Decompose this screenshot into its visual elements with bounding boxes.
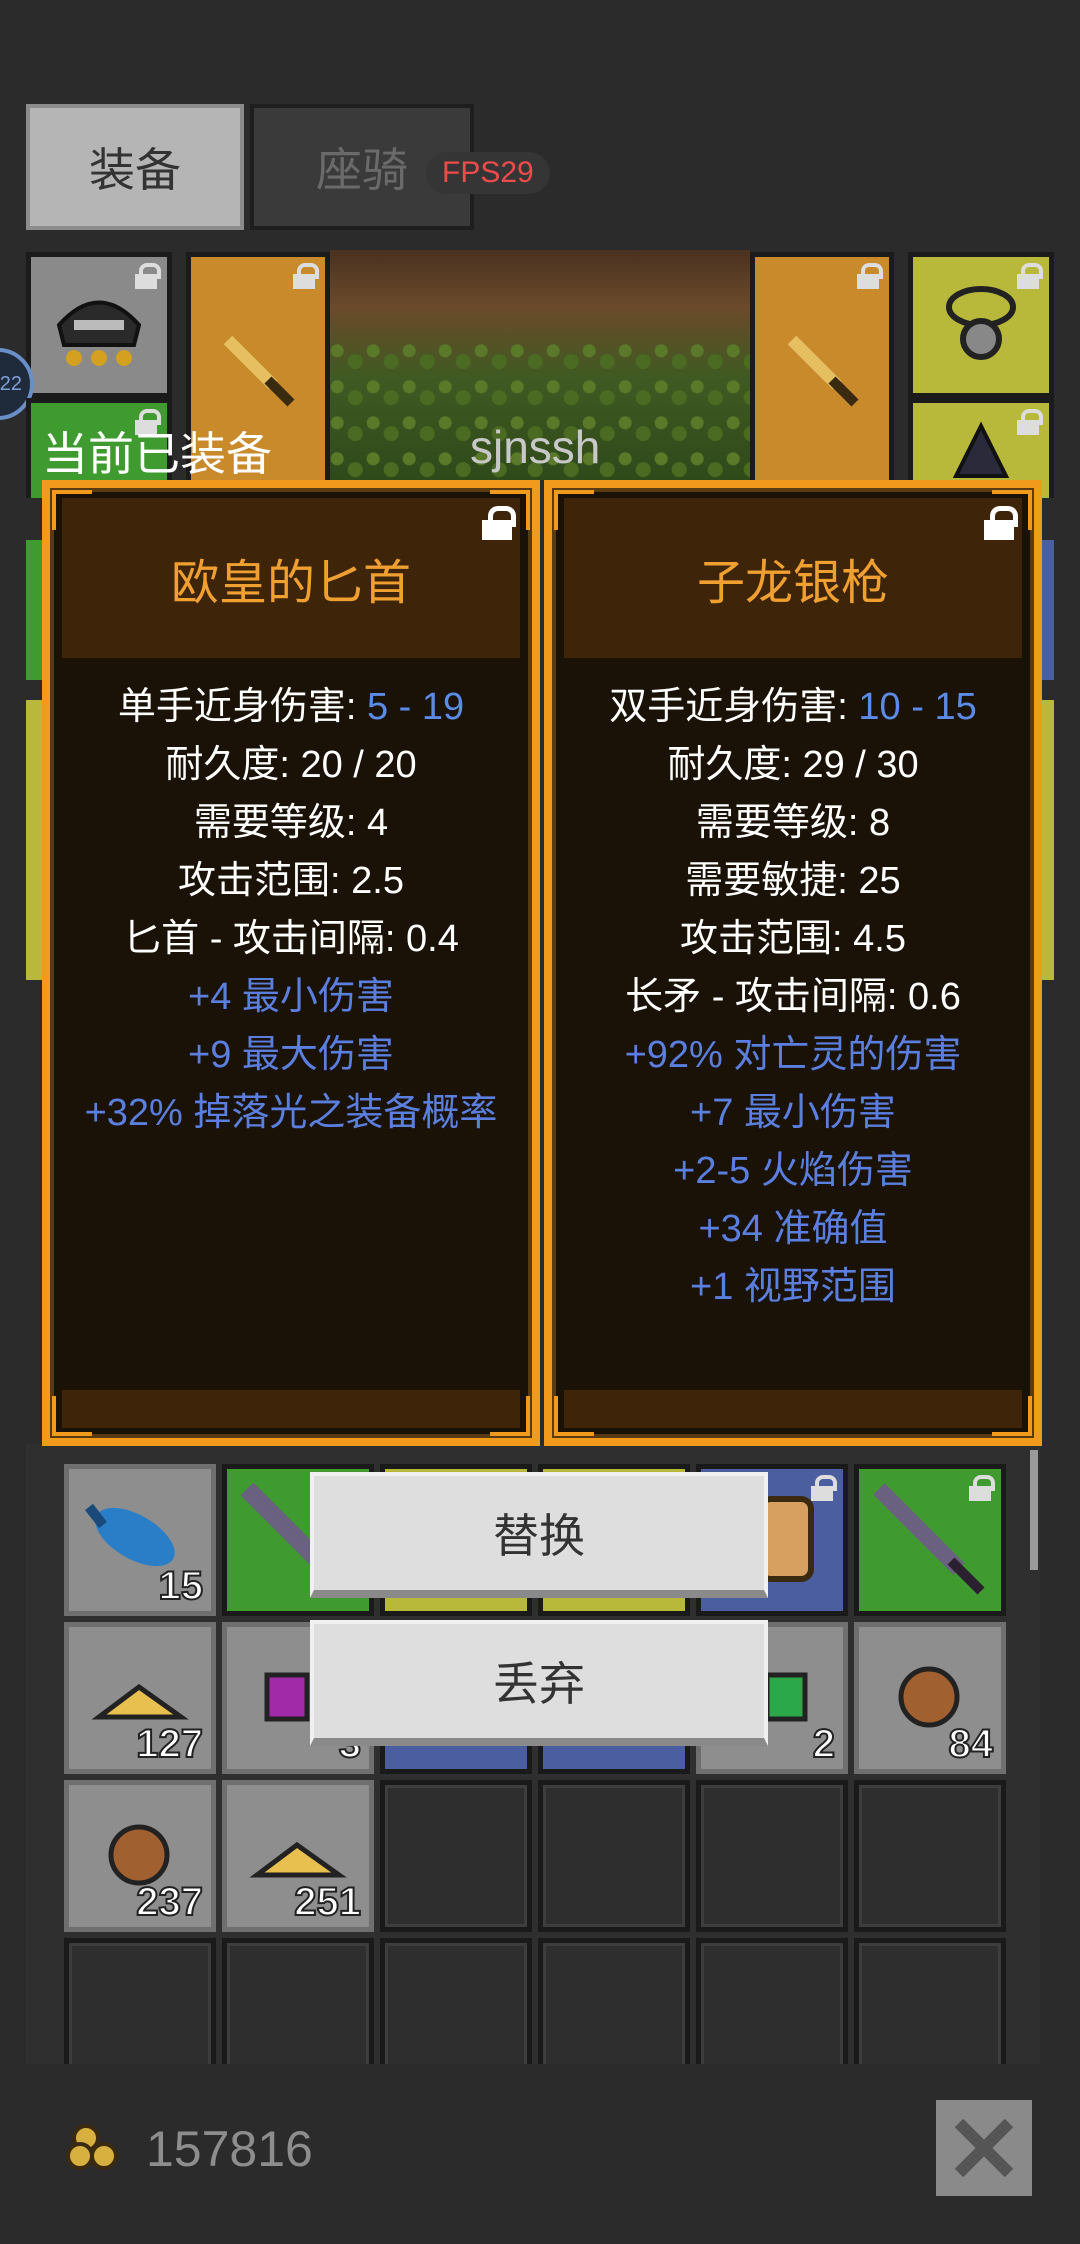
bonus-line: +34 准确值 [698, 1208, 888, 1250]
amulet-slot[interactable] [908, 252, 1054, 398]
tab-mount-label: 座骑 [316, 144, 408, 196]
stat-label: 单手近身伤害: [117, 686, 367, 728]
corner-ornament [52, 490, 92, 530]
dagger-icon [787, 335, 859, 407]
inventory-slot[interactable]: 237 [64, 1780, 216, 1932]
stat-value: 10 - 15 [858, 686, 977, 728]
stat-label: 双手近身伤害: [609, 686, 859, 728]
player-name: sjnssh [470, 421, 601, 473]
item-name: 欧皇的匕首 [170, 557, 411, 610]
item-stats: 单手近身伤害: 5 - 19 耐久度: 20 / 20 需要等级: 4 攻击范围… [50, 678, 532, 1142]
stat-value: 5 - 19 [366, 686, 465, 728]
stat-line: 单手近身伤害: 5 - 19 [50, 678, 532, 736]
lock-icon [1017, 263, 1043, 289]
card-footer [564, 1390, 1022, 1428]
stat-line: 攻击范围: 4.5 [680, 918, 906, 960]
weapon-slot-right[interactable] [750, 252, 894, 488]
item-count: 2 [812, 1721, 836, 1767]
currently-equipped-label: 当前已装备 [42, 428, 272, 480]
bonus-line: +92% 对亡灵的伤害 [624, 1034, 962, 1076]
inventory-slot-empty[interactable] [538, 1780, 690, 1932]
lock-icon [135, 263, 161, 289]
lock-icon [969, 1475, 995, 1501]
corner-ornament [554, 490, 594, 530]
inventory-slot[interactable]: 84 [854, 1622, 1006, 1774]
stat-line: 匕首 - 攻击间隔: 0.4 [123, 918, 459, 960]
card-header: 子龙银枪 [564, 498, 1022, 658]
inventory-screen: { "tabs": { "equip_label": "装备", "mount_… [0, 0, 1080, 2244]
bonus-line: +32% 掉落光之装备概率 [84, 1092, 498, 1134]
lock-icon [811, 1475, 837, 1501]
lock-icon [293, 263, 319, 289]
dagger-icon [223, 335, 295, 407]
close-icon [954, 2118, 1014, 2178]
lock-icon [1017, 409, 1043, 435]
inventory-slot-empty[interactable] [380, 1780, 532, 1932]
tab-equipment[interactable]: 装备 [26, 104, 244, 230]
side-badge-number: 22 [0, 372, 22, 395]
cloak-icon [952, 421, 1010, 478]
item-count: 251 [293, 1879, 362, 1925]
inventory-scrollbar[interactable] [1030, 1450, 1038, 1570]
bonus-line: +4 最小伤害 [188, 976, 394, 1018]
stat-line: 耐久度: 20 / 20 [165, 744, 417, 786]
amulet-icon [946, 286, 1016, 360]
stat-line: 攻击范围: 2.5 [178, 860, 404, 902]
item-count: 15 [158, 1563, 204, 1609]
stat-line: 需要等级: 8 [695, 802, 891, 844]
bonus-line: +7 最小伤害 [690, 1092, 896, 1134]
replace-button[interactable]: 替换 [310, 1472, 768, 1598]
inventory-slot[interactable] [854, 1464, 1006, 1616]
bonus-line: +1 视野范围 [690, 1266, 896, 1308]
stat-line: 需要敏捷: 25 [685, 860, 901, 902]
discard-button[interactable]: 丢弃 [310, 1620, 768, 1746]
card-footer [62, 1390, 520, 1428]
inventory-slot[interactable]: 251 [222, 1780, 374, 1932]
fps-badge: FPS29 [426, 152, 550, 194]
gold-coins-icon [66, 2124, 118, 2170]
inventory-slot-empty[interactable] [696, 1780, 848, 1932]
stat-line: 双手近身伤害: 10 - 15 [552, 678, 1034, 736]
card-header: 欧皇的匕首 [62, 498, 520, 658]
item-name: 子龙银枪 [696, 557, 889, 610]
item-count: 237 [135, 1879, 204, 1925]
item-count: 84 [948, 1721, 994, 1767]
gold-amount: 157816 [146, 2121, 313, 2177]
new-item-card: 子龙银枪 双手近身伤害: 10 - 15 耐久度: 29 / 30 需要等级: … [544, 480, 1042, 1446]
helmet-slot[interactable] [26, 252, 172, 398]
lock-icon [857, 263, 883, 289]
inventory-slot[interactable]: 15 [64, 1464, 216, 1616]
item-count: 127 [135, 1721, 204, 1767]
stat-line: 耐久度: 29 / 30 [667, 744, 919, 786]
item-stats: 双手近身伤害: 10 - 15 耐久度: 29 / 30 需要等级: 8 需要敏… [552, 678, 1034, 1316]
close-button[interactable] [936, 2100, 1032, 2196]
stat-line: 长矛 - 攻击间隔: 0.6 [625, 976, 961, 1018]
corner-ornament [490, 490, 530, 530]
bonus-line: +9 最大伤害 [188, 1034, 394, 1076]
current-item-card: 欧皇的匕首 单手近身伤害: 5 - 19 耐久度: 20 / 20 需要等级: … [42, 480, 540, 1446]
inventory-slot-empty[interactable] [854, 1780, 1006, 1932]
stat-line: 需要等级: 4 [193, 802, 389, 844]
tab-equipment-label: 装备 [89, 144, 181, 196]
bonus-line: +2-5 火焰伤害 [673, 1150, 913, 1192]
inventory-slot[interactable]: 127 [64, 1622, 216, 1774]
corner-ornament [992, 490, 1032, 530]
